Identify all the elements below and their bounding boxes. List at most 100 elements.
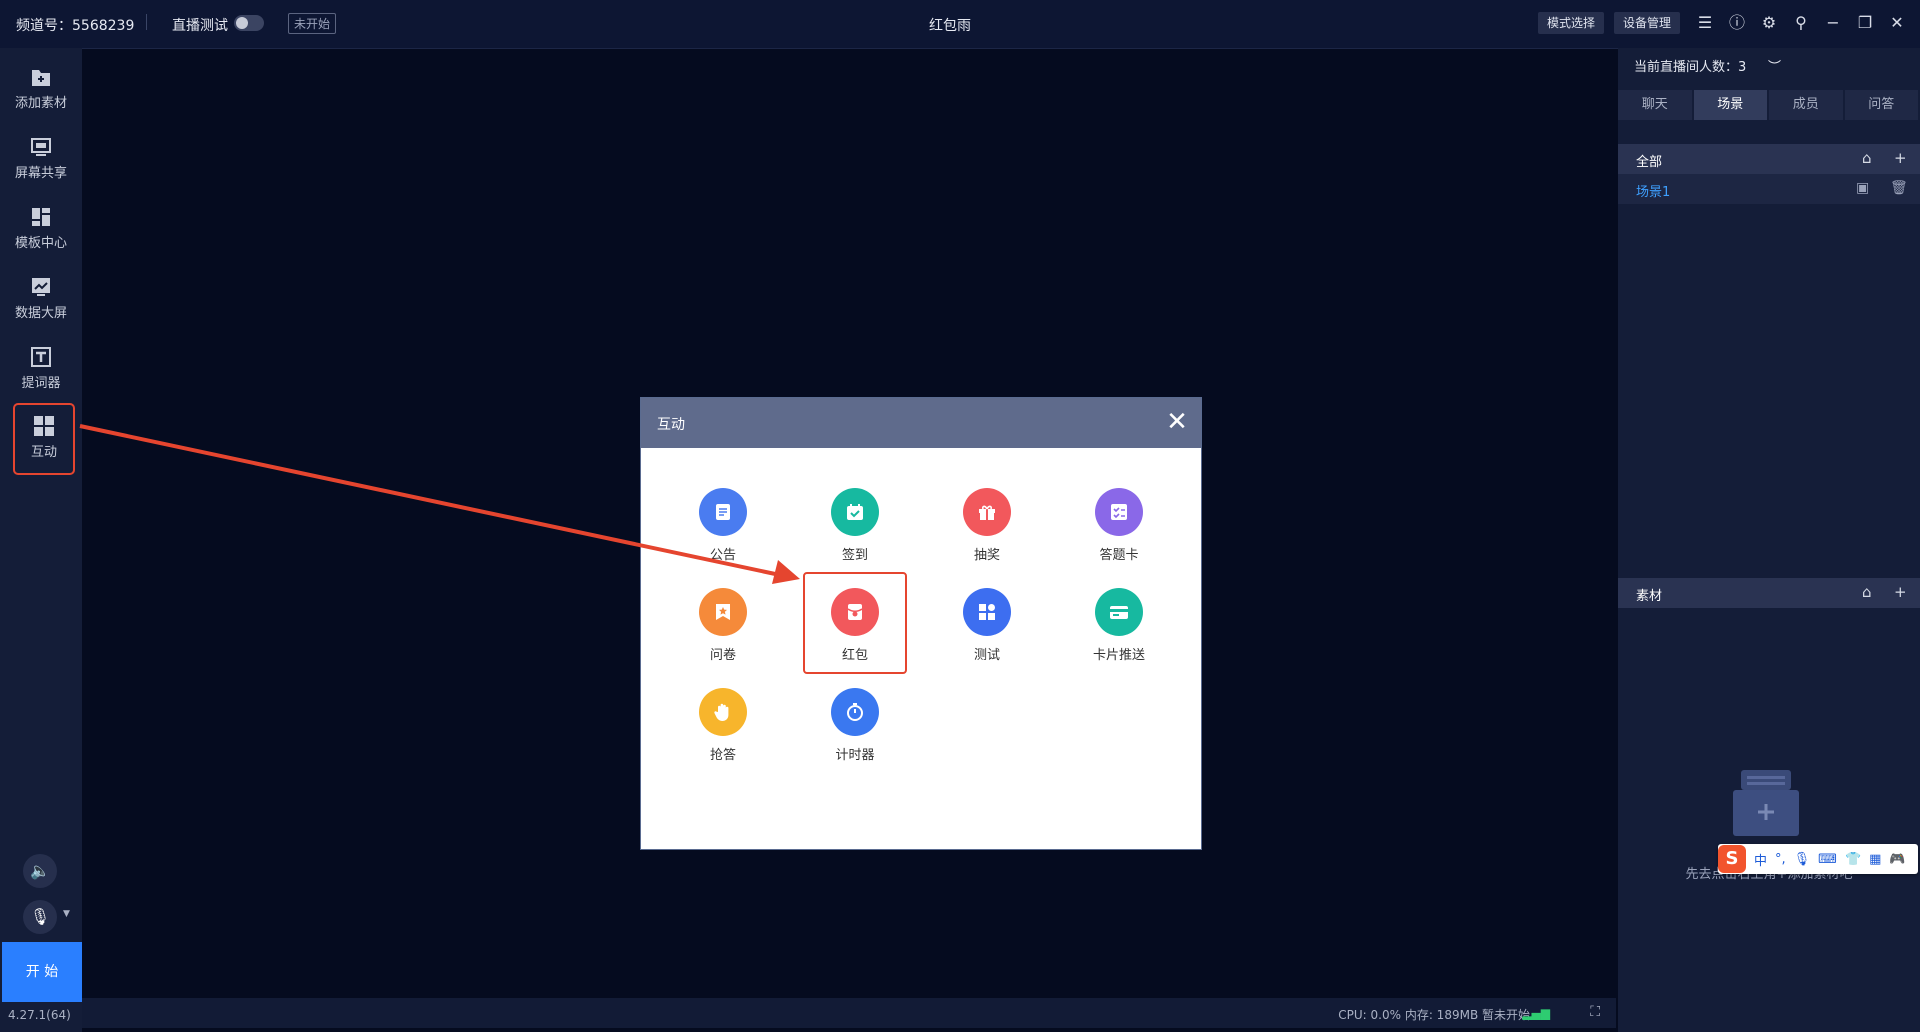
item-label: 计时器 <box>835 748 875 763</box>
punctuation-icon[interactable]: °, <box>1775 852 1786 867</box>
interaction-questionnaire[interactable]: 问卷 <box>673 588 773 678</box>
game-icon[interactable]: 🎮 <box>1889 852 1905 867</box>
dialog-header: 互动 ✕ <box>641 398 1201 448</box>
fullscreen-icon[interactable]: ⛶ <box>1590 1004 1600 1020</box>
grid-icon <box>34 416 54 436</box>
checklist-icon <box>1095 488 1143 536</box>
survey-icon <box>699 588 747 636</box>
maximize-icon[interactable]: ❐ <box>1855 13 1875 33</box>
chart-icon <box>32 278 50 296</box>
item-label: 抽奖 <box>973 548 1000 563</box>
menu-icon[interactable]: ☰ <box>1695 13 1715 33</box>
close-icon[interactable]: ✕ <box>1163 408 1191 436</box>
help-icon[interactable]: ⓘ <box>1727 13 1747 33</box>
archive-icon[interactable]: ⌂ <box>1862 149 1872 167</box>
sidebar-item-label: 数据大屏 <box>14 306 67 321</box>
tab-qa[interactable]: 问答 <box>1844 90 1918 120</box>
right-panel: 当前直播间人数：3 ︶ 聊天 场景 成员 问答 全部 ⌂ + 场景1 ▣ 🗑 素… <box>1618 48 1920 1032</box>
gift-icon <box>963 488 1011 536</box>
card-icon <box>1095 588 1143 636</box>
sidebar-item-label: 提词器 <box>21 376 61 391</box>
sidebar-item-label: 模板中心 <box>14 236 67 251</box>
interaction-lottery[interactable]: 抽奖 <box>937 488 1037 578</box>
apps-icon <box>963 588 1011 636</box>
scene-header: 全部 ⌂ + <box>1618 144 1920 174</box>
item-label: 签到 <box>841 548 868 563</box>
tab-members[interactable]: 成员 <box>1769 90 1843 120</box>
viewer-count: 当前直播间人数：3 <box>1634 60 1747 75</box>
version-label: 4.27.1(64) <box>8 1008 71 1022</box>
tab-scene[interactable]: 场景 <box>1693 90 1767 120</box>
add-material-icon[interactable]: + <box>1894 583 1907 601</box>
item-label: 抢答 <box>709 748 736 763</box>
sidebar-item-add-material[interactable]: 添加素材 <box>8 56 74 120</box>
sogou-logo-icon: S <box>1718 845 1746 873</box>
close-icon[interactable]: ✕ <box>1887 13 1907 33</box>
minimize-icon[interactable]: − <box>1823 13 1843 33</box>
eye-closed-icon[interactable]: ︶ <box>1768 56 1781 75</box>
text-icon <box>31 347 51 367</box>
layout-icon[interactable]: ▣ <box>1856 180 1869 196</box>
add-scene-icon[interactable]: + <box>1894 149 1907 167</box>
chevron-down-icon[interactable]: ▼ <box>63 909 70 919</box>
left-sidebar: 添加素材 屏幕共享 模板中心 数据大屏 提词器 互动 🔈 🎙 ▼ <box>0 48 82 1032</box>
sidebar-item-label: 屏幕共享 <box>14 166 67 181</box>
keyboard-icon[interactable]: ⌨ <box>1818 852 1837 867</box>
skin-icon[interactable]: 👕 <box>1845 852 1861 867</box>
scene-list-item[interactable]: 场景1 ▣ 🗑 <box>1618 174 1920 204</box>
monitor-icon <box>31 138 51 156</box>
item-label: 测试 <box>973 648 1000 663</box>
archive-icon[interactable]: ⌂ <box>1862 583 1872 601</box>
red-packet-icon <box>831 588 879 636</box>
sidebar-item-teleprompter[interactable]: 提词器 <box>8 336 74 400</box>
tab-chat[interactable]: 聊天 <box>1618 90 1692 120</box>
status-bar: CPU: 0.0% 内存: 189MB 暂未开始 ▂▄▆ ⛶ <box>82 998 1616 1028</box>
template-icon <box>32 208 50 226</box>
sidebar-item-interaction[interactable]: 互动 <box>13 403 75 475</box>
sidebar-item-data-screen[interactable]: 数据大屏 <box>8 266 74 330</box>
trash-icon[interactable]: 🗑 <box>1890 180 1908 196</box>
sidebar-item-label: 添加素材 <box>14 96 67 111</box>
device-manage-button[interactable]: 设备管理 <box>1614 12 1681 34</box>
speaker-icon[interactable]: 🔈 <box>23 854 57 888</box>
item-label: 公告 <box>709 548 736 563</box>
material-header: 素材 ⌂ + <box>1618 578 1920 608</box>
top-bar: 频道号：5568239 直播测试 未开始 红包雨 模式选择 设备管理 ☰ ⓘ ⚙… <box>0 0 1920 49</box>
material-header-label: 素材 <box>1636 589 1663 604</box>
system-status: CPU: 0.0% 内存: 189MB 暂未开始 <box>1338 1008 1530 1022</box>
announcement-icon <box>699 488 747 536</box>
sidebar-item-screen-share[interactable]: 屏幕共享 <box>8 126 74 190</box>
interaction-checkin[interactable]: 签到 <box>805 488 905 578</box>
ime-mode[interactable]: 中 <box>1754 850 1767 869</box>
ime-toolbar[interactable]: S 中 °, 🎙 ⌨ 👕 ▦ 🎮 <box>1718 844 1918 874</box>
item-label: 红包 <box>841 648 868 663</box>
sidebar-item-template-center[interactable]: 模板中心 <box>8 196 74 260</box>
interaction-answer-card[interactable]: 答题卡 <box>1069 488 1169 578</box>
interaction-card-push[interactable]: 卡片推送 <box>1069 588 1169 678</box>
interaction-test[interactable]: 测试 <box>937 588 1037 678</box>
tab-bar: 聊天 场景 成员 问答 <box>1618 90 1920 120</box>
calendar-check-icon <box>831 488 879 536</box>
item-label: 答题卡 <box>1099 548 1139 563</box>
settings-icon[interactable]: ⚙ <box>1759 13 1779 33</box>
mic-icon[interactable]: 🎙 <box>1794 852 1811 867</box>
start-button[interactable]: 开 始 <box>2 942 82 1002</box>
interaction-announcement[interactable]: 公告 <box>673 488 773 578</box>
mode-select-button[interactable]: 模式选择 <box>1538 12 1605 34</box>
pin-icon[interactable]: ⚲ <box>1791 13 1811 33</box>
sidebar-item-label: 互动 <box>30 445 57 460</box>
stopwatch-icon <box>831 688 879 736</box>
toolbox-icon[interactable]: ▦ <box>1869 852 1881 867</box>
add-folder-icon <box>32 70 50 86</box>
interaction-quick-answer[interactable]: 抢答 <box>673 688 773 778</box>
signal-icon: ▂▄▆ <box>1522 1006 1550 1020</box>
interaction-timer[interactable]: 计时器 <box>805 688 905 778</box>
microphone-icon[interactable]: 🎙 <box>23 900 57 934</box>
scene-header-label: 全部 <box>1636 155 1663 170</box>
interaction-dialog: 互动 ✕ 公告 签到 抽奖 答题卡 问卷 红包 测试 卡片推送 抢答 计时器 <box>640 397 1202 850</box>
empty-folder-icon <box>1733 770 1799 836</box>
interaction-red-packet[interactable]: 红包 <box>803 572 907 674</box>
item-label: 卡片推送 <box>1092 648 1145 663</box>
item-label: 问卷 <box>709 648 736 663</box>
dialog-title: 互动 <box>657 417 685 433</box>
